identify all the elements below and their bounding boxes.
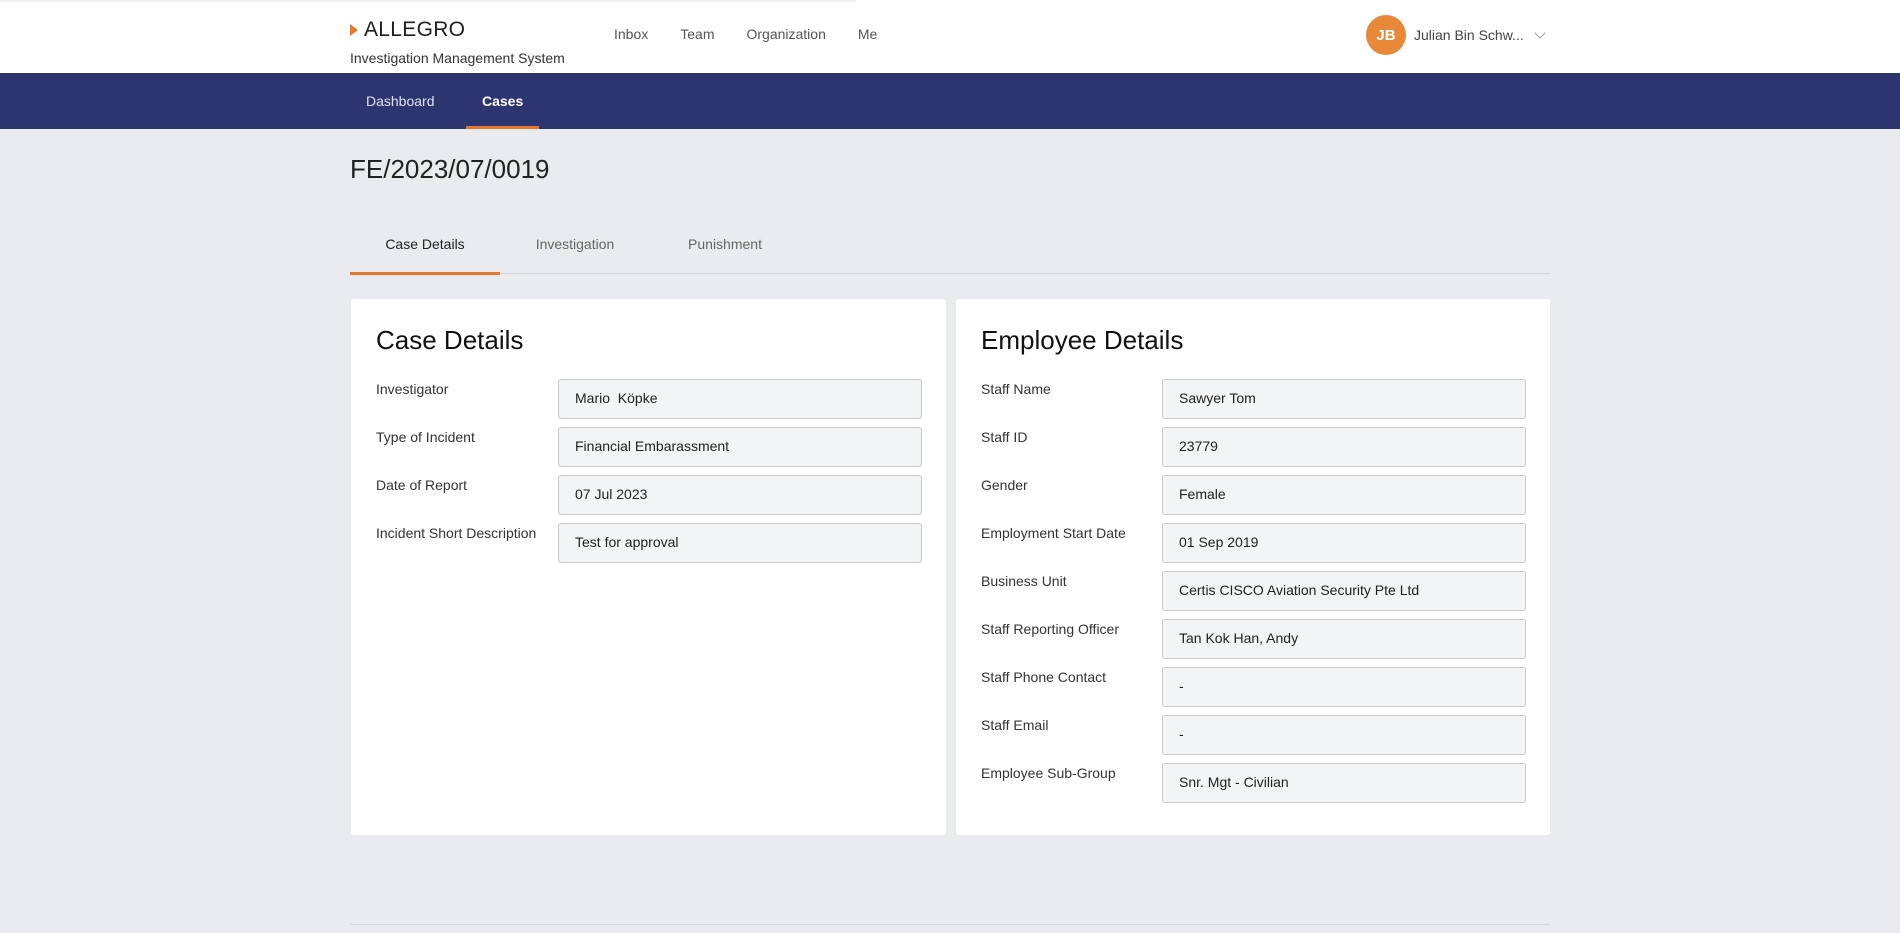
brand-name: ALLEGRO xyxy=(364,18,466,41)
field-label: Incident Short Description xyxy=(376,525,537,541)
staff-email-field: - xyxy=(1162,715,1526,755)
incident-description-field: Test for approval xyxy=(558,523,922,563)
avatar[interactable]: JB xyxy=(1366,15,1406,55)
field-label: Date of Report xyxy=(376,477,468,493)
tab-case-details[interactable]: Case Details xyxy=(350,222,500,275)
tab-cases[interactable]: Cases xyxy=(465,73,540,129)
divider xyxy=(350,924,1550,925)
nav-team[interactable]: Team xyxy=(680,26,714,42)
employment-start-field: 01 Sep 2019 xyxy=(1162,523,1526,563)
tab-punishment[interactable]: Punishment xyxy=(650,222,800,274)
nav-me[interactable]: Me xyxy=(858,26,877,42)
field-label: Staff ID xyxy=(981,429,1028,445)
field-label: Staff Phone Contact xyxy=(981,669,1107,685)
field-label: Employment Start Date xyxy=(981,525,1126,541)
field-label: Staff Name xyxy=(981,381,1051,397)
field-label: Type of Incident xyxy=(376,429,475,445)
field-label: Gender xyxy=(981,477,1028,493)
report-date-field: 07 Jul 2023 xyxy=(558,475,922,515)
tab-investigation[interactable]: Investigation xyxy=(500,222,650,274)
main-navbar: Dashboard Cases xyxy=(0,73,1900,129)
page-title: FE/2023/07/0019 xyxy=(350,154,550,184)
tab-dashboard[interactable]: Dashboard xyxy=(366,73,435,129)
top-header: ALLEGRO Investigation Management System … xyxy=(0,0,1900,73)
staff-id-field: 23779 xyxy=(1162,427,1526,467)
field-label: Investigator xyxy=(376,381,449,397)
field-label: Staff Email xyxy=(981,717,1049,733)
top-nav: Inbox Team Organization Me xyxy=(614,26,909,42)
field-label: Business Unit xyxy=(981,573,1067,589)
case-details-card: Case Details Investigator Mario Köpke Ty… xyxy=(351,299,946,835)
employee-details-card: Employee Details Staff Name Sawyer Tom S… xyxy=(956,299,1550,835)
case-details-heading: Case Details xyxy=(376,325,524,355)
investigator-field: Mario Köpke xyxy=(558,379,922,419)
nav-organization[interactable]: Organization xyxy=(746,26,825,42)
user-name[interactable]: Julian Bin Schw... xyxy=(1414,27,1524,43)
business-unit-field: Certis CISCO Aviation Security Pte Ltd xyxy=(1162,571,1526,611)
gender-field: Female xyxy=(1162,475,1526,515)
employee-details-heading: Employee Details xyxy=(981,325,1184,355)
incident-type-field: Financial Embarassment xyxy=(558,427,922,467)
phone-contact-field: - xyxy=(1162,667,1526,707)
field-label: Employee Sub-Group xyxy=(981,765,1116,781)
chevron-down-icon[interactable] xyxy=(1534,27,1546,39)
brand-subtitle: Investigation Management System xyxy=(350,50,565,66)
user-menu[interactable]: JB Julian Bin Schw... xyxy=(1366,15,1546,55)
field-label: Staff Reporting Officer xyxy=(981,621,1119,637)
nav-inbox[interactable]: Inbox xyxy=(614,26,648,42)
staff-name-field: Sawyer Tom xyxy=(1162,379,1526,419)
sub-group-field: Snr. Mgt - Civilian xyxy=(1162,763,1526,803)
brand[interactable]: ALLEGRO Investigation Management System xyxy=(350,18,565,66)
reporting-officer-field: Tan Kok Han, Andy xyxy=(1162,619,1526,659)
loading-bar xyxy=(0,0,856,2)
logo-chevron-icon xyxy=(350,24,358,36)
case-tabs: Case Details Investigation Punishment xyxy=(350,222,1550,275)
